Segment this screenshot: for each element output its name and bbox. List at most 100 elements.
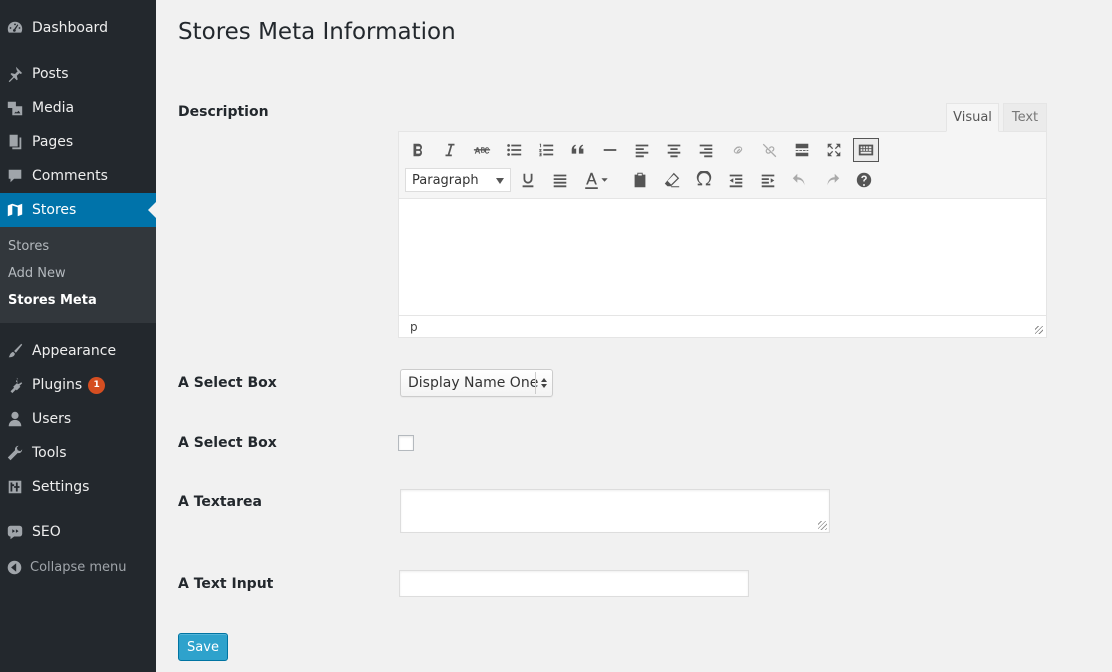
collapse-menu-label: Collapse menu: [30, 559, 127, 575]
textarea-field[interactable]: [400, 489, 830, 533]
fullscreen-button[interactable]: [821, 138, 847, 162]
save-button[interactable]: Save: [178, 633, 228, 661]
align-left-icon: [635, 144, 649, 158]
sidebar-item-settings[interactable]: Settings: [0, 470, 156, 504]
bold-icon: [413, 143, 422, 157]
plugins-update-badge: 1: [88, 376, 106, 394]
sidebar-item-label: SEO: [32, 524, 61, 540]
remove-link-button[interactable]: [757, 138, 783, 162]
submenu-item-add-new[interactable]: Add New: [8, 266, 66, 281]
insert-link-button[interactable]: [725, 138, 751, 162]
sidebar-item-comments[interactable]: Comments: [0, 159, 156, 193]
paste-as-text-button[interactable]: [627, 168, 653, 192]
redo-icon: [827, 173, 840, 186]
italic-button[interactable]: [437, 138, 463, 162]
keyboard-shortcuts-button[interactable]: [851, 168, 877, 192]
align-right-button[interactable]: [693, 138, 719, 162]
underline-button[interactable]: [515, 168, 541, 192]
stores-submenu: Stores Add New Stores Meta: [0, 227, 156, 323]
indent-icon: [761, 174, 775, 188]
tab-visual[interactable]: Visual: [946, 103, 999, 132]
outdent-button[interactable]: [723, 168, 749, 192]
element-path[interactable]: p: [410, 320, 418, 334]
seo-icon: [5, 522, 25, 542]
read-more-icon: [795, 143, 809, 157]
sidebar-item-label: Stores: [32, 202, 77, 218]
editor-content-area[interactable]: [399, 199, 1046, 315]
sidebar-item-label: Pages: [32, 134, 74, 150]
media-icon: [5, 98, 25, 118]
format-select[interactable]: Paragraph: [405, 168, 511, 192]
sidebar-item-users[interactable]: Users: [0, 402, 156, 436]
horizontal-line-icon: [603, 149, 617, 151]
bullet-list-button[interactable]: [501, 138, 527, 162]
bold-button[interactable]: [405, 138, 431, 162]
sidebar-item-tools[interactable]: Tools: [0, 436, 156, 470]
clear-formatting-button[interactable]: [659, 168, 685, 192]
admin-sidebar: Dashboard Posts Media Pages Comments Sto…: [0, 0, 156, 672]
justify-icon: [553, 174, 567, 188]
align-center-icon: [667, 144, 681, 158]
checkbox-label: A Select Box: [178, 435, 277, 451]
strikethrough-button[interactable]: [469, 138, 495, 162]
numbered-list-icon: [539, 143, 554, 157]
sidebar-item-plugins[interactable]: Plugins 1: [0, 368, 156, 402]
sidebar-item-label: Media: [32, 100, 75, 116]
textarea-resize-icon[interactable]: [818, 521, 827, 530]
toolbar-toggle-button[interactable]: [853, 138, 879, 162]
display-name-select[interactable]: Display Name One: [400, 369, 553, 397]
sidebar-item-posts[interactable]: Posts: [0, 57, 156, 91]
justify-button[interactable]: [547, 168, 573, 192]
redo-button[interactable]: [819, 168, 845, 192]
sidebar-item-seo[interactable]: SEO: [0, 515, 156, 549]
horizontal-line-button[interactable]: [597, 138, 623, 162]
sidebar-item-dashboard[interactable]: Dashboard: [0, 11, 156, 45]
read-more-button[interactable]: [789, 138, 815, 162]
text-color-button[interactable]: [577, 168, 615, 192]
omega-icon: [696, 171, 712, 186]
keyboard-icon: [858, 144, 874, 156]
textarea-label: A Textarea: [178, 494, 262, 510]
sidebar-item-label: Tools: [32, 445, 67, 461]
collapse-menu-button[interactable]: Collapse menu: [0, 555, 127, 579]
link-icon: [733, 146, 743, 154]
sidebar-item-label: Appearance: [32, 343, 117, 359]
unlink-icon: [762, 143, 777, 158]
text-input-field[interactable]: [399, 570, 749, 597]
special-character-button[interactable]: [691, 168, 717, 192]
checkbox[interactable]: [398, 435, 414, 451]
pin-icon: [5, 64, 25, 84]
sidebar-item-pages[interactable]: Pages: [0, 125, 156, 159]
blockquote-button[interactable]: [565, 138, 591, 162]
outdent-icon: [729, 174, 743, 188]
editor-statusbar: p: [399, 315, 1046, 337]
collapse-arrow-icon: [4, 557, 24, 577]
underline-icon: [522, 173, 534, 188]
align-right-icon: [699, 144, 713, 158]
numbered-list-button[interactable]: [533, 138, 559, 162]
sidebar-item-appearance[interactable]: Appearance: [0, 334, 156, 368]
sidebar-item-media[interactable]: Media: [0, 91, 156, 125]
blockquote-icon: [571, 144, 584, 154]
select-arrows-icon: [535, 372, 552, 394]
page-title: Stores Meta Information: [178, 19, 456, 45]
wrench-icon: [5, 443, 25, 463]
sidebar-item-label: Comments: [32, 168, 108, 184]
rich-text-editor: Paragraph p: [398, 131, 1047, 338]
submenu-item-stores-meta[interactable]: Stores Meta: [8, 293, 97, 308]
submenu-item-stores[interactable]: Stores: [8, 239, 49, 254]
undo-icon: [792, 173, 805, 186]
resize-handle-icon[interactable]: [1035, 326, 1043, 334]
format-select-value: Paragraph: [412, 172, 479, 188]
fullscreen-icon: [827, 143, 841, 157]
sidebar-item-stores[interactable]: Stores: [0, 193, 156, 227]
italic-icon: [445, 143, 455, 157]
align-left-button[interactable]: [629, 138, 655, 162]
undo-button[interactable]: [787, 168, 813, 192]
align-center-button[interactable]: [661, 138, 687, 162]
indent-button[interactable]: [755, 168, 781, 192]
settings-icon: [5, 477, 25, 497]
sidebar-item-label: Posts: [32, 66, 69, 82]
tab-text[interactable]: Text: [1003, 103, 1047, 132]
comment-icon: [5, 166, 25, 186]
